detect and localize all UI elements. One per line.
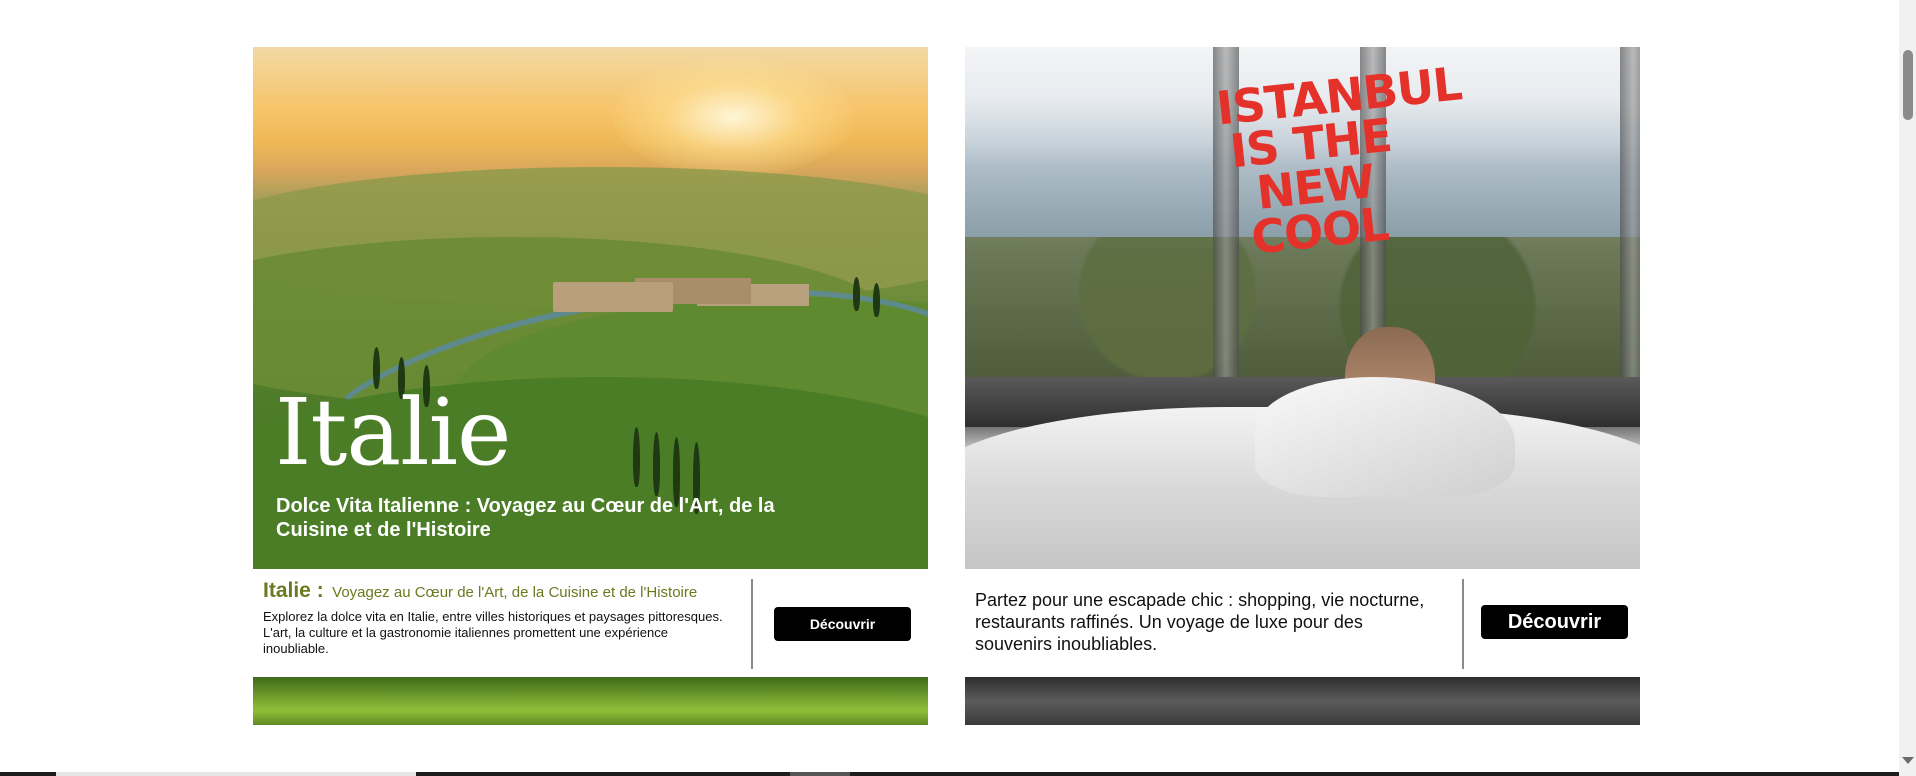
italy-card: Italie Dolce Vita Italienne : Voyagez au…: [253, 47, 928, 725]
istanbul-card: ISTANBUL IS THE NEW COOL Partez pour une…: [965, 47, 1640, 725]
hero-subtitle: Dolce Vita Italienne : Voyagez au Cœur d…: [276, 495, 775, 541]
vertical-divider: [1462, 579, 1464, 669]
discover-button[interactable]: Découvrir: [1481, 605, 1628, 639]
window-frame: [1620, 47, 1640, 427]
card-text: Italie : Voyagez au Cœur de l'Art, de la…: [263, 579, 743, 657]
card-info-bar: Partez pour une escapade chic : shopping…: [965, 569, 1640, 677]
farmhouse: [553, 282, 673, 312]
sun-glow: [613, 57, 853, 177]
chevron-down-icon[interactable]: [1902, 757, 1914, 764]
istanbul-logo: ISTANBUL IS THE NEW COOL: [1213, 56, 1464, 265]
discover-button[interactable]: Découvrir: [774, 607, 911, 641]
card-info-bar: Italie : Voyagez au Cœur de l'Art, de la…: [253, 569, 928, 677]
vertical-scrollbar[interactable]: [1899, 0, 1916, 776]
next-card-preview[interactable]: [253, 677, 928, 725]
card-description: Partez pour une escapade chic : shopping…: [975, 590, 1425, 654]
destination-tagline: Voyagez au Cœur de l'Art, de la Cuisine …: [332, 584, 698, 601]
bottom-edge: [0, 772, 1899, 776]
istanbul-hero-image[interactable]: ISTANBUL IS THE NEW COOL: [965, 47, 1640, 569]
scrollbar-thumb[interactable]: [1903, 50, 1913, 120]
destination-name: Italie :: [263, 579, 324, 602]
card-description: Explorez la dolce vita en Italie, entre …: [263, 609, 723, 656]
next-card-preview[interactable]: [965, 677, 1640, 725]
italy-hero-image[interactable]: Italie Dolce Vita Italienne : Voyagez au…: [253, 47, 928, 569]
hero-title: Italie: [275, 379, 511, 486]
vertical-divider: [751, 579, 753, 669]
card-heading: Italie : Voyagez au Cœur de l'Art, de la…: [263, 579, 743, 603]
